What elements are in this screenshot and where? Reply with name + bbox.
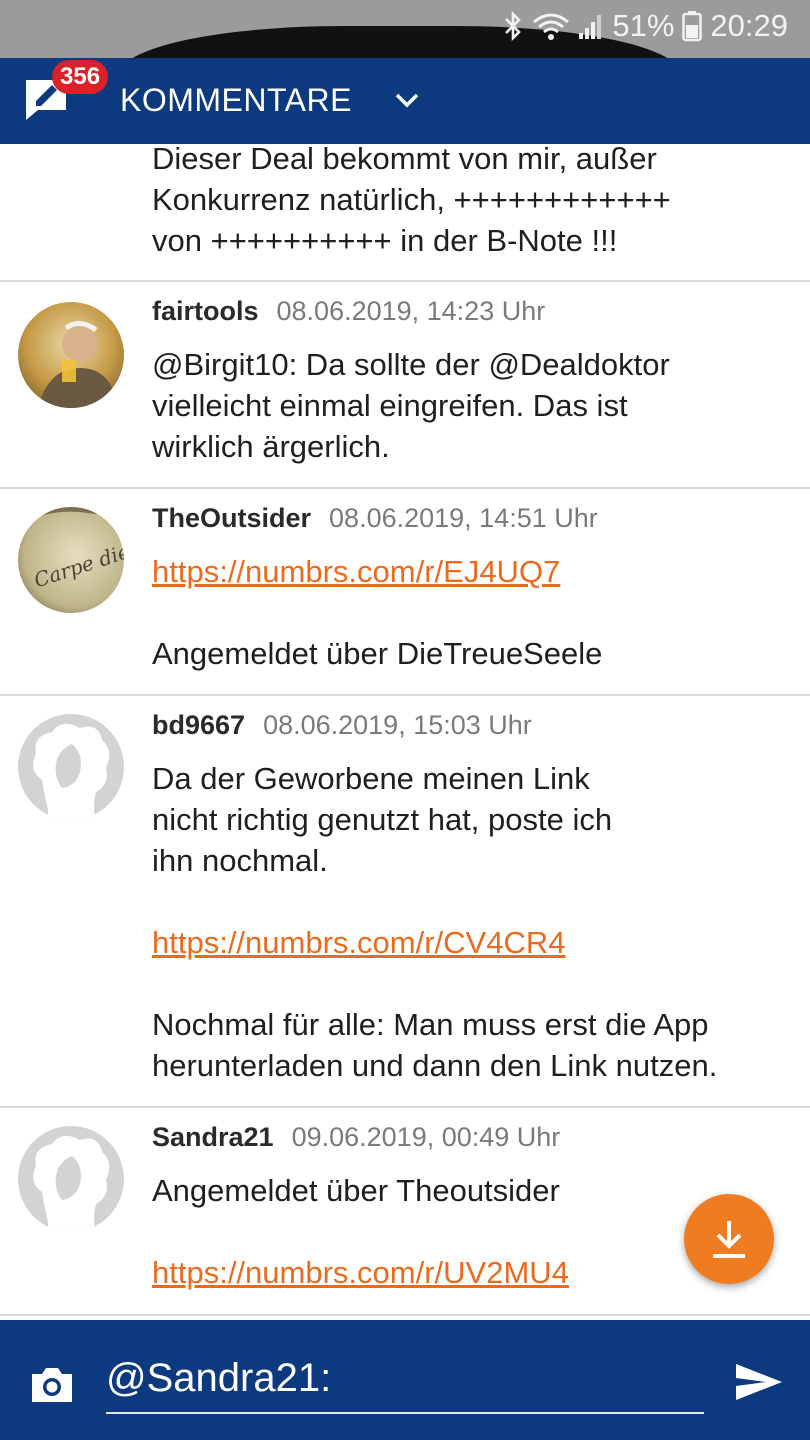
camera-icon[interactable] (28, 1364, 76, 1406)
comment-item: Sandra21 09.06.2019, 00:49 Uhr Angemelde… (0, 1108, 810, 1316)
comment-list[interactable]: Dieser Deal bekommt von mir, außer Konku… (0, 144, 810, 1320)
bluetooth-icon (502, 11, 524, 41)
comment-body: @Birgit10: Da sollte der @Dealdoktor vie… (152, 347, 670, 464)
comment-date: 08.06.2019, 14:23 Uhr (276, 296, 546, 326)
comment-meta: TheOutsider 08.06.2019, 14:51 Uhr (152, 503, 598, 534)
comment-item: fairtools 08.06.2019, 14:23 Uhr @Birgit1… (0, 282, 810, 489)
app-bar: 356 KOMMENTARE (0, 58, 810, 144)
comment-input[interactable] (106, 1350, 704, 1406)
comment-body: https://numbrs.com/r/EJ4UQ7 Angemeldet ü… (152, 554, 603, 671)
send-icon[interactable] (734, 1360, 784, 1404)
status-bar-right: 51% 20:29 (502, 8, 788, 44)
comment-author[interactable]: fairtools (152, 296, 259, 327)
signal-icon (578, 11, 604, 41)
comment-count-badge: 356 (52, 60, 109, 94)
comment-meta: bd9667 08.06.2019, 15:03 Uhr (152, 710, 532, 741)
status-bar: 51% 20:29 (0, 0, 810, 58)
avatar[interactable] (18, 1126, 124, 1232)
comment-date: 08.06.2019, 15:03 Uhr (263, 710, 532, 740)
comment-input-bar (0, 1320, 810, 1440)
battery-icon (682, 10, 703, 42)
chevron-down-icon[interactable] (392, 86, 422, 116)
comment-author[interactable]: Sandra21 (152, 1122, 274, 1153)
comment-author[interactable]: bd9667 (152, 710, 245, 741)
comment-item: bd9667 08.06.2019, 15:03 Uhr Da der Gewo… (0, 696, 810, 1108)
download-button[interactable] (684, 1194, 774, 1284)
comment-meta: Sandra21 09.06.2019, 00:49 Uhr (152, 1122, 560, 1153)
comment-meta: fairtools 08.06.2019, 14:23 Uhr (152, 296, 545, 327)
input-underline (106, 1412, 704, 1414)
comment-item: Dieser Deal bekommt von mir, außer Konku… (0, 144, 810, 282)
comment-body: Dieser Deal bekommt von mir, außer Konku… (152, 144, 671, 258)
wifi-icon (532, 11, 570, 41)
referral-link[interactable]: https://numbrs.com/r/EJ4UQ7 (152, 554, 560, 589)
comment-body: Da der Geworbene meinen Link nicht richt… (152, 761, 718, 1083)
avatar[interactable]: Carpe diem (18, 507, 124, 613)
referral-link[interactable]: https://numbrs.com/r/CV4CR4 (152, 925, 565, 960)
comment-date: 09.06.2019, 00:49 Uhr (291, 1122, 561, 1152)
battery-percent: 51% (612, 8, 675, 43)
page-title[interactable]: KOMMENTARE (120, 82, 352, 119)
download-icon (713, 1221, 745, 1258)
avatar[interactable] (18, 302, 124, 408)
referral-link[interactable]: https://numbrs.com/r/UV2MU4 (152, 1255, 569, 1290)
status-time: 20:29 (710, 8, 788, 43)
comment-date: 08.06.2019, 14:51 Uhr (329, 503, 598, 533)
comment-item: Carpe diem TheOutsider 08.06.2019, 14:51… (0, 489, 810, 696)
avatar[interactable] (18, 714, 124, 820)
comment-author[interactable]: TheOutsider (152, 503, 311, 534)
